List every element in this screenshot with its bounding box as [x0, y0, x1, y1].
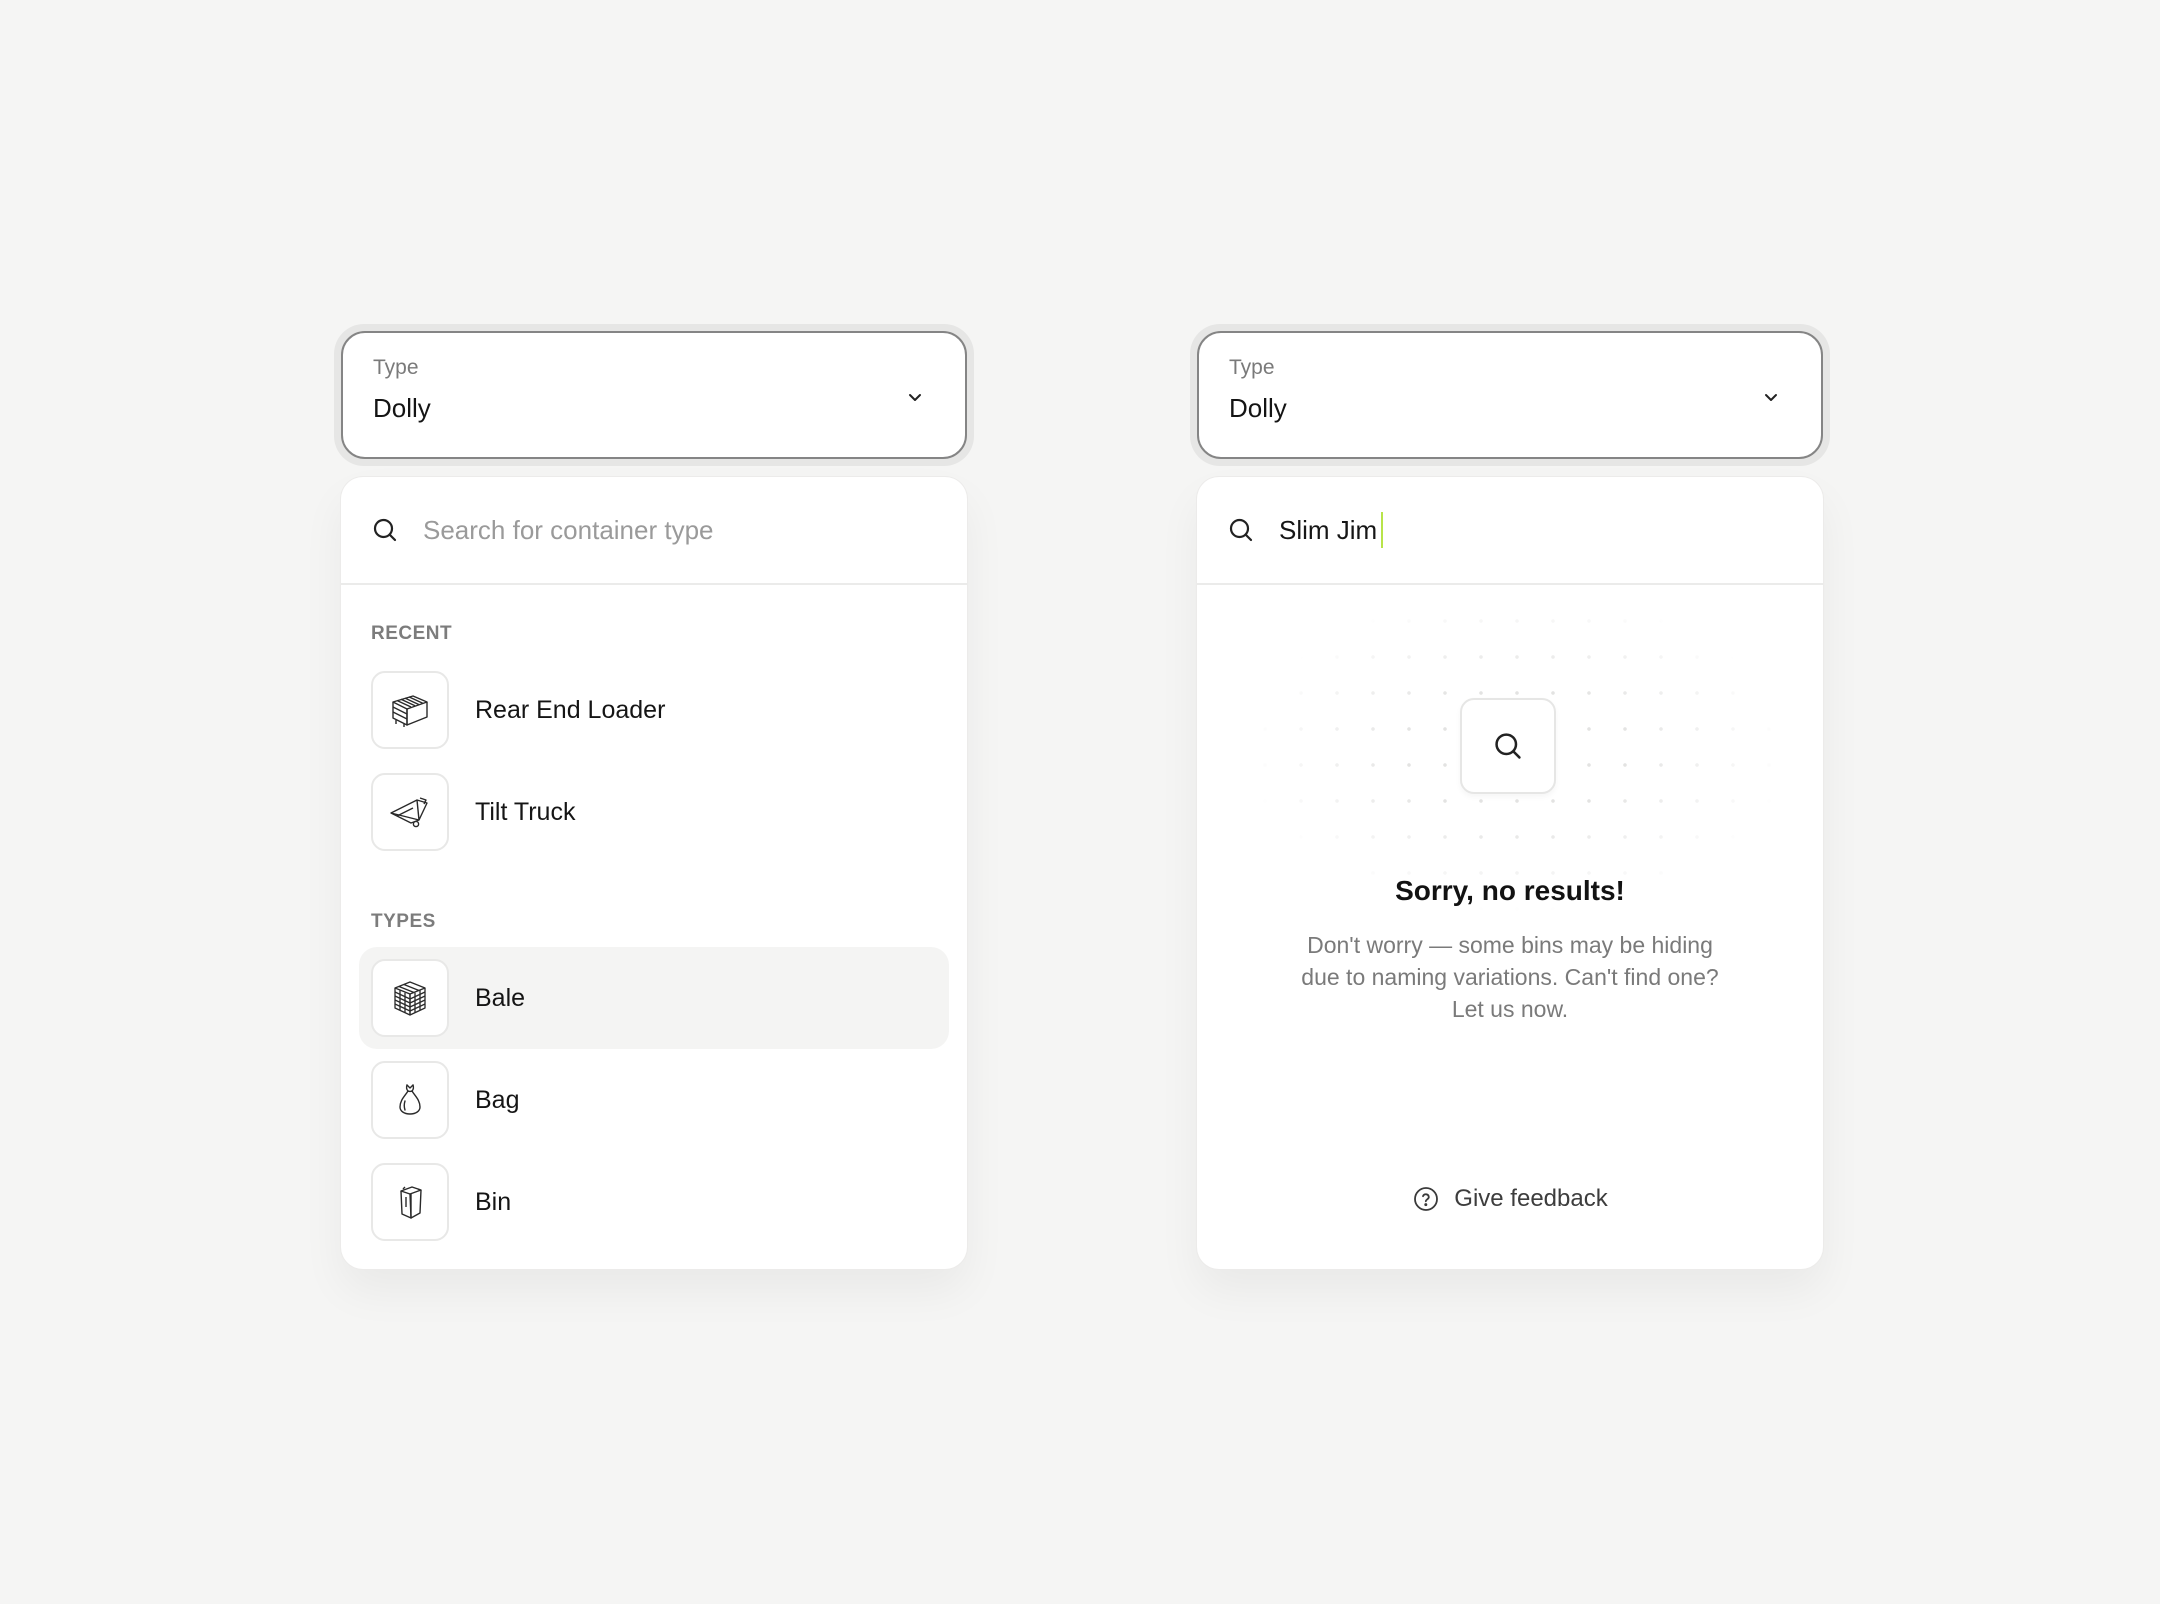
type-select-label: Type [1229, 356, 1275, 379]
list-item-bale[interactable]: Bale [359, 947, 949, 1049]
search-bar[interactable]: Slim Jim [1197, 477, 1823, 585]
search-input[interactable]: Slim Jim [1279, 512, 1384, 548]
help-circle-icon [1414, 1187, 1439, 1211]
dropdown-menu: RECENT Rear End Loader [341, 477, 967, 1269]
type-select[interactable]: Type Dolly [1197, 331, 1823, 459]
type-select-label: Type [373, 356, 419, 379]
type-select-focus-ring: Type Dolly [1190, 324, 1830, 466]
empty-state: Sorry, no results! Don't worry — some bi… [1197, 585, 1823, 1269]
search-icon [1229, 518, 1253, 542]
container-type-picker-default: Type Dolly RECENT Rear End [334, 324, 974, 1269]
type-select-value: Dolly [1229, 393, 1287, 423]
give-feedback-label: Give feedback [1454, 1185, 1608, 1212]
list-item-label: Bin [475, 1187, 512, 1216]
give-feedback-link[interactable]: Give feedback [1197, 1185, 1823, 1213]
list-item-label: Tilt Truck [475, 797, 576, 826]
list-item-bin[interactable]: Bin [359, 1151, 949, 1253]
type-select-value: Dolly [373, 393, 431, 423]
empty-state-description: Don't worry — some bins may be hiding du… [1301, 932, 1719, 1022]
bag-icon [371, 1061, 449, 1139]
section-label-recent: RECENT [371, 623, 453, 644]
text-caret [1381, 512, 1384, 548]
empty-state-search-icon [1460, 698, 1556, 794]
search-input[interactable] [423, 514, 883, 546]
rear-end-loader-icon [371, 671, 449, 749]
container-type-picker-no-results: Type Dolly Slim Jim Sorry, no results! D… [1190, 324, 1830, 1269]
section-label-types: TYPES [371, 911, 436, 932]
search-icon [373, 518, 397, 542]
chevron-down-icon[interactable] [1761, 387, 1781, 407]
search-bar [341, 477, 967, 585]
bale-icon [371, 959, 449, 1037]
list-item-bag[interactable]: Bag [359, 1049, 949, 1151]
list-item-label: Rear End Loader [475, 695, 666, 724]
list-item-label: Bale [475, 983, 526, 1012]
tilt-truck-icon [371, 773, 449, 851]
dropdown-menu: Slim Jim Sorry, no results! Don't worry … [1197, 477, 1823, 1269]
empty-state-title: Sorry, no results! [1395, 875, 1625, 906]
list-item-rear-end-loader[interactable]: Rear End Loader [359, 659, 949, 761]
chevron-down-icon[interactable] [905, 387, 925, 407]
search-input-value: Slim Jim [1279, 514, 1378, 545]
list-item-tilt-truck[interactable]: Tilt Truck [359, 761, 949, 863]
bin-icon [371, 1163, 449, 1241]
type-select-focus-ring: Type Dolly [334, 324, 974, 466]
type-select[interactable]: Type Dolly [341, 331, 967, 459]
list-item-label: Bag [475, 1085, 520, 1114]
